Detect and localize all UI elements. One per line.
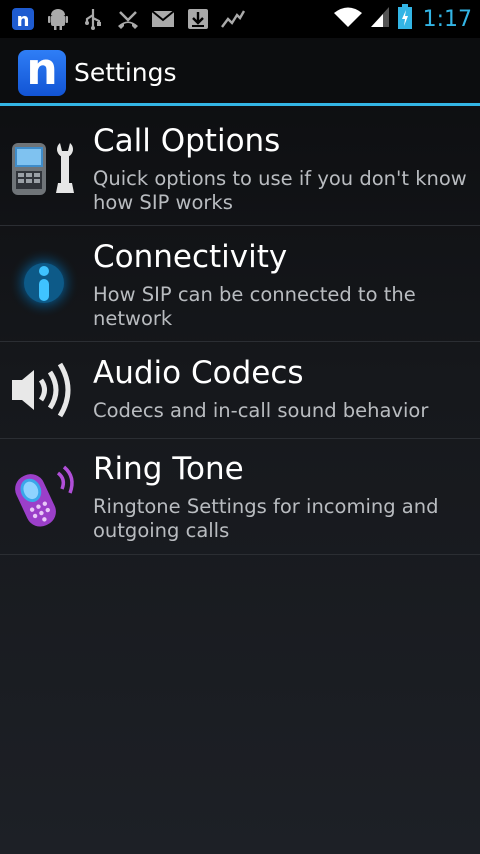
action-bar: n Settings (0, 38, 480, 106)
item-subtitle: Ringtone Settings for incoming and outgo… (93, 495, 439, 542)
download-icon (185, 6, 211, 32)
svg-text:n: n (17, 10, 30, 31)
item-title: Audio Codecs (93, 355, 304, 391)
settings-item-ring-tone[interactable]: Ring Tone Ringtone Settings for incoming… (0, 439, 480, 555)
item-title: Connectivity (93, 239, 288, 275)
gmail-icon (150, 6, 176, 32)
battery-icon (397, 4, 413, 34)
settings-item-call-options[interactable]: Call Options Quick options to use if you… (0, 109, 480, 226)
settings-item-audio-codecs[interactable]: Audio Codecs Codecs and in-call sound be… (0, 342, 480, 439)
item-title: Ring Tone (93, 451, 244, 487)
notification-icons: n (10, 6, 246, 32)
system-icons: 1:17 (333, 4, 472, 34)
status-bar: n 1:17 (0, 0, 480, 38)
settings-list: Call Options Quick options to use if you… (0, 109, 480, 555)
ringing-phone-icon (8, 459, 80, 531)
item-subtitle: Quick options to use if you don't know h… (93, 167, 467, 214)
usb-icon (80, 6, 106, 32)
info-glow-icon (8, 247, 80, 319)
app-n-icon: n (10, 6, 36, 32)
missed-call-icon (115, 6, 141, 32)
phone-wrench-icon (8, 131, 80, 203)
settings-item-connectivity[interactable]: Connectivity How SIP can be connected to… (0, 226, 480, 342)
item-title: Call Options (93, 123, 281, 159)
android-icon (45, 6, 71, 32)
page-title: Settings (74, 58, 177, 87)
signal-icon (369, 5, 391, 33)
clock: 1:17 (422, 6, 472, 32)
stocks-icon (220, 6, 246, 32)
speaker-icon (8, 354, 80, 426)
item-subtitle: Codecs and in-call sound behavior (93, 399, 429, 422)
item-subtitle: How SIP can be connected to the network (93, 283, 416, 330)
wifi-icon (333, 5, 363, 33)
app-logo[interactable]: n (18, 44, 66, 96)
app-logo-letter: n (26, 44, 58, 95)
